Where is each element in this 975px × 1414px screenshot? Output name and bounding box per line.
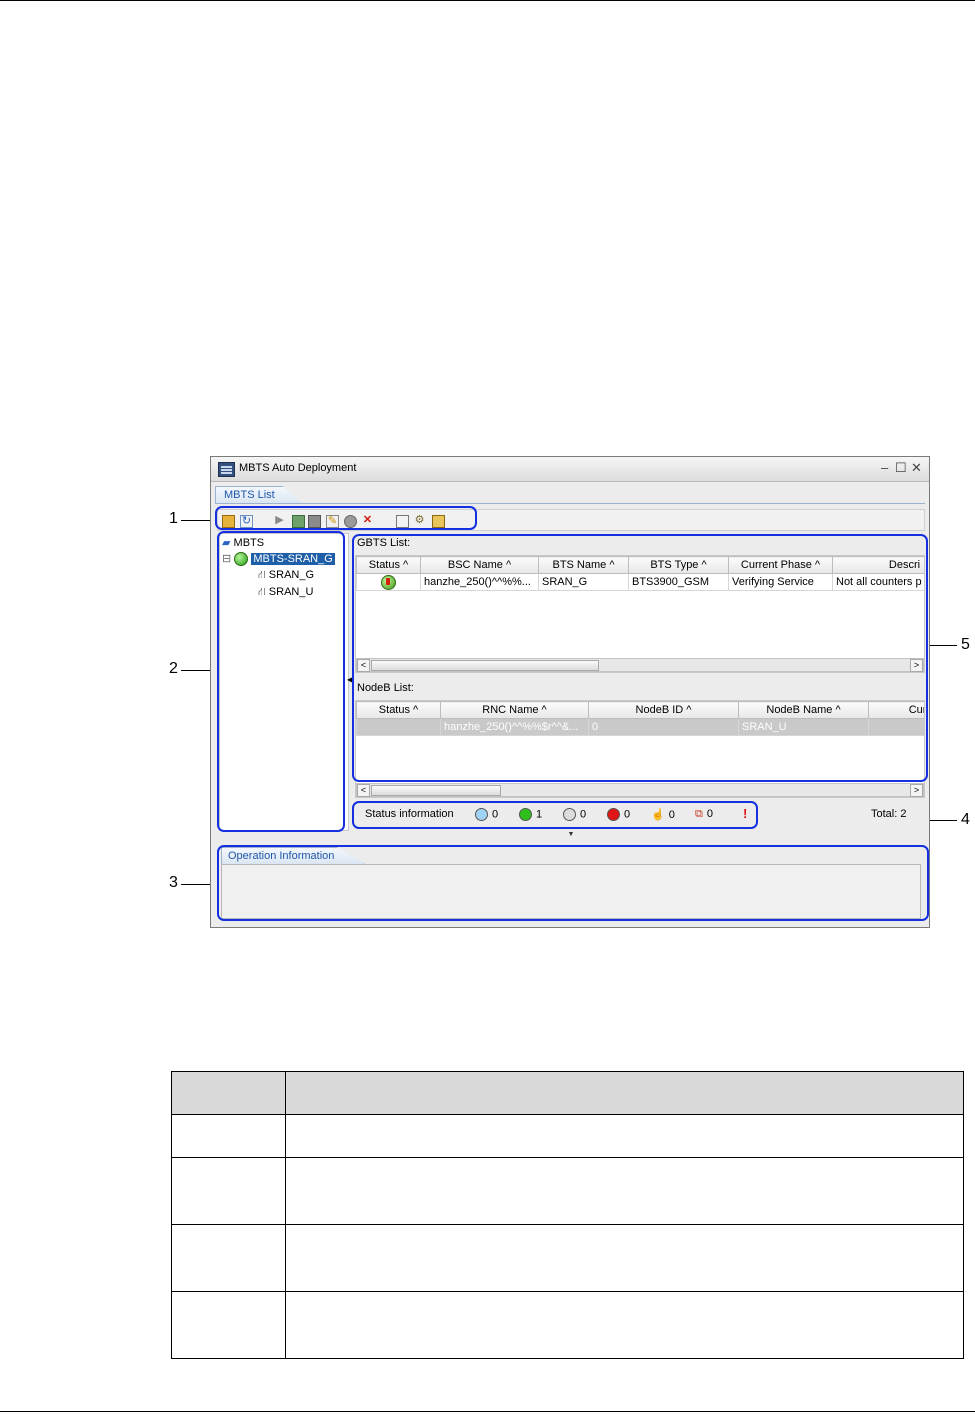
highlight-1-toolbar bbox=[215, 506, 477, 530]
scroll-thumb[interactable] bbox=[371, 785, 501, 796]
callout-5: 5 bbox=[961, 636, 970, 653]
callout-5-line bbox=[929, 645, 957, 646]
mbts-auto-deployment-window: MBTS Auto Deployment – ☐ ✕ MBTS List ↻ ▶… bbox=[210, 456, 930, 928]
minimize-button[interactable]: – bbox=[881, 460, 888, 475]
splitter-handle[interactable]: ▼ bbox=[551, 831, 591, 838]
table-row bbox=[171, 1114, 965, 1158]
highlight-2-tree bbox=[217, 531, 345, 832]
table-row bbox=[171, 1291, 965, 1359]
highlight-5-grids bbox=[352, 534, 928, 782]
close-button[interactable]: ✕ bbox=[911, 460, 922, 476]
nodeb-horizontal-scrollbar[interactable]: < > bbox=[356, 783, 924, 797]
scroll-right-button[interactable]: > bbox=[910, 784, 923, 797]
window-title: MBTS Auto Deployment bbox=[239, 462, 357, 474]
callout-1: 1 bbox=[169, 510, 178, 527]
table-row bbox=[171, 1157, 965, 1225]
scroll-left-button[interactable]: < bbox=[357, 784, 370, 797]
highlight-4-status-bar bbox=[352, 801, 758, 829]
tab-divider bbox=[215, 503, 925, 504]
table-row bbox=[171, 1224, 965, 1292]
maximize-button[interactable]: ☐ bbox=[895, 460, 907, 476]
tab-mbts-list[interactable]: MBTS List bbox=[215, 486, 302, 503]
callout-2: 2 bbox=[169, 660, 178, 677]
total-count: Total: 2 bbox=[871, 808, 907, 820]
highlight-3-operation-info bbox=[217, 845, 929, 921]
callout-4: 4 bbox=[961, 811, 970, 828]
app-icon bbox=[218, 462, 235, 477]
title-bar[interactable]: MBTS Auto Deployment – ☐ ✕ bbox=[211, 457, 929, 482]
callout-3: 3 bbox=[169, 874, 178, 891]
description-table bbox=[171, 1071, 965, 1359]
